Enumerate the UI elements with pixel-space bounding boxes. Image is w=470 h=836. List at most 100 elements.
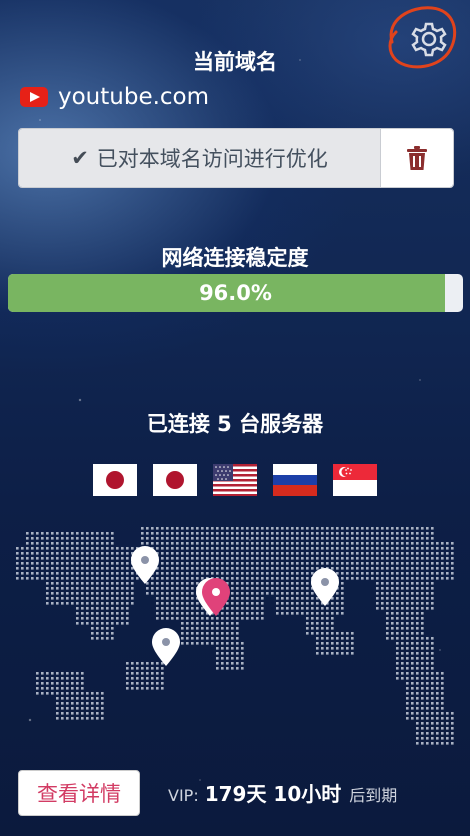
map-dot: [71, 672, 74, 675]
map-dot: [441, 717, 444, 720]
map-dot: [231, 587, 234, 590]
map-dot: [46, 542, 49, 545]
map-dot: [196, 637, 199, 640]
map-dot: [196, 622, 199, 625]
map-dot: [91, 602, 94, 605]
map-dot: [306, 617, 309, 620]
map-dot: [161, 612, 164, 615]
map-dot: [396, 612, 399, 615]
map-dot: [186, 572, 189, 575]
map-dot: [321, 632, 324, 635]
map-dot: [76, 542, 79, 545]
map-dot: [371, 552, 374, 555]
map-dot: [81, 562, 84, 565]
map-dot: [121, 577, 124, 580]
map-dot: [111, 587, 114, 590]
map-dot: [436, 672, 439, 675]
map-dot: [21, 567, 24, 570]
map-dot: [331, 602, 334, 605]
map-dot: [416, 567, 419, 570]
map-dot: [236, 567, 239, 570]
map-dot: [106, 552, 109, 555]
map-dot: [421, 542, 424, 545]
map-dot: [451, 567, 454, 570]
map-dot: [256, 582, 259, 585]
map-dot: [101, 542, 104, 545]
map-dot: [306, 592, 309, 595]
map-dot: [296, 607, 299, 610]
map-dot: [376, 562, 379, 565]
map-dot: [161, 572, 164, 575]
map-dot: [241, 542, 244, 545]
map-dot: [446, 712, 449, 715]
map-dot: [131, 662, 134, 665]
map-dot: [431, 552, 434, 555]
map-dot: [416, 732, 419, 735]
map-dot: [306, 527, 309, 530]
map-dot: [131, 592, 134, 595]
map-dot: [276, 537, 279, 540]
map-dot: [71, 592, 74, 595]
map-dot: [361, 572, 364, 575]
map-dot: [51, 682, 54, 685]
map-dot: [71, 697, 74, 700]
map-dot: [201, 547, 204, 550]
map-dot: [86, 567, 89, 570]
map-dot: [426, 727, 429, 730]
map-dot: [241, 642, 244, 645]
map-dot: [351, 537, 354, 540]
map-dot: [221, 552, 224, 555]
map-dot: [81, 587, 84, 590]
map-dot: [346, 527, 349, 530]
map-dot: [436, 577, 439, 580]
map-dot: [396, 557, 399, 560]
map-dot: [176, 557, 179, 560]
map-dot: [61, 687, 64, 690]
map-dot: [176, 612, 179, 615]
map-dot: [101, 712, 104, 715]
delete-button[interactable]: [380, 129, 453, 187]
map-dot: [206, 537, 209, 540]
map-dot: [241, 582, 244, 585]
map-dot: [236, 552, 239, 555]
map-dot: [331, 562, 334, 565]
view-details-button[interactable]: 查看详情: [18, 770, 140, 816]
map-dot: [106, 627, 109, 630]
map-dot: [161, 592, 164, 595]
map-dot: [401, 542, 404, 545]
map-dot: [356, 562, 359, 565]
map-dot: [151, 577, 154, 580]
map-dot: [441, 737, 444, 740]
map-dot: [116, 547, 119, 550]
map-dot: [431, 547, 434, 550]
map-dot: [156, 617, 159, 620]
map-dot: [331, 567, 334, 570]
map-dot: [441, 547, 444, 550]
map-dot: [71, 567, 74, 570]
map-dot: [411, 632, 414, 635]
map-dot: [296, 532, 299, 535]
map-dot: [401, 647, 404, 650]
map-dot: [391, 577, 394, 580]
map-dot: [396, 642, 399, 645]
map-dot: [401, 652, 404, 655]
map-dot: [346, 532, 349, 535]
map-dot: [211, 627, 214, 630]
map-dot: [266, 592, 269, 595]
map-dot: [311, 557, 314, 560]
map-dot: [391, 637, 394, 640]
map-dot: [426, 672, 429, 675]
map-dot: [96, 702, 99, 705]
map-dot: [441, 712, 444, 715]
map-dot: [141, 537, 144, 540]
map-dot: [71, 547, 74, 550]
map-dot: [121, 587, 124, 590]
map-dot: [31, 562, 34, 565]
map-dot: [306, 622, 309, 625]
map-dot: [386, 552, 389, 555]
map-dot: [236, 592, 239, 595]
map-dot: [381, 537, 384, 540]
map-dot: [91, 542, 94, 545]
map-dot: [231, 542, 234, 545]
map-dot: [111, 577, 114, 580]
